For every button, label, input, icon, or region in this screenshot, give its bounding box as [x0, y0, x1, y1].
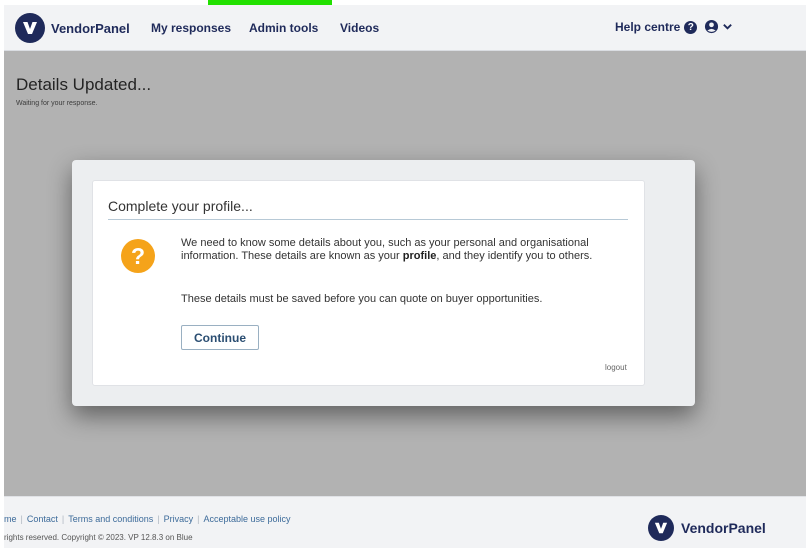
help-centre-link[interactable]: Help centre ?: [615, 20, 698, 34]
chevron-down-icon: [723, 24, 732, 30]
top-navbar: VendorPanel My responses Admin tools Vid…: [4, 5, 806, 51]
footer-links: me | Contact | Terms and conditions | Privacy |…: [4, 514, 291, 524]
modal-divider: [108, 219, 628, 220]
user-menu-button[interactable]: [704, 19, 733, 34]
question-icon: ?: [121, 239, 155, 273]
footer-link-home[interactable]: me: [4, 514, 17, 524]
footer-link-privacy[interactable]: Privacy: [164, 514, 194, 524]
logout-link[interactable]: logout: [605, 363, 627, 372]
footer-separator: |: [197, 514, 200, 524]
footer-link-terms[interactable]: Terms and conditions: [68, 514, 153, 524]
profile-modal-panel: Complete your profile... ? We need to kn…: [92, 180, 645, 386]
footer-copyright: rights reserved. Copyright © 2023. VP 12…: [4, 533, 193, 542]
brand-name: VendorPanel: [51, 20, 130, 36]
continue-button[interactable]: Continue: [181, 325, 259, 350]
vendorpanel-logo-icon: [648, 515, 674, 541]
footer-separator: |: [157, 514, 160, 524]
profile-emphasis: profile: [402, 250, 437, 262]
nav-videos[interactable]: Videos: [340, 21, 379, 35]
nav-admin-tools[interactable]: Admin tools: [249, 21, 318, 35]
brand-link[interactable]: VendorPanel: [15, 13, 130, 43]
nav-my-responses[interactable]: My responses: [151, 21, 231, 35]
user-circle-icon: [704, 19, 719, 34]
vendorpanel-logo-icon: [15, 13, 45, 43]
question-circle-icon: ?: [684, 20, 698, 34]
help-centre-label: Help centre: [615, 20, 681, 34]
footer-brand-name: VendorPanel: [681, 520, 766, 536]
modal-title: Complete your profile...: [108, 198, 253, 214]
modal-message-secondary: These details must be saved before you c…: [181, 293, 543, 305]
modal-message: We need to know some details about you, …: [181, 237, 593, 262]
footer-link-contact[interactable]: Contact: [27, 514, 58, 524]
footer-separator: |: [61, 514, 65, 524]
page-footer: me | Contact | Terms and conditions | Privacy |…: [4, 496, 806, 548]
footer-separator: |: [20, 514, 23, 524]
footer-link-acceptable-use[interactable]: Acceptable use policy: [203, 514, 290, 524]
footer-brand: VendorPanel: [648, 515, 766, 541]
profile-modal: Complete your profile... ? We need to kn…: [72, 160, 695, 406]
